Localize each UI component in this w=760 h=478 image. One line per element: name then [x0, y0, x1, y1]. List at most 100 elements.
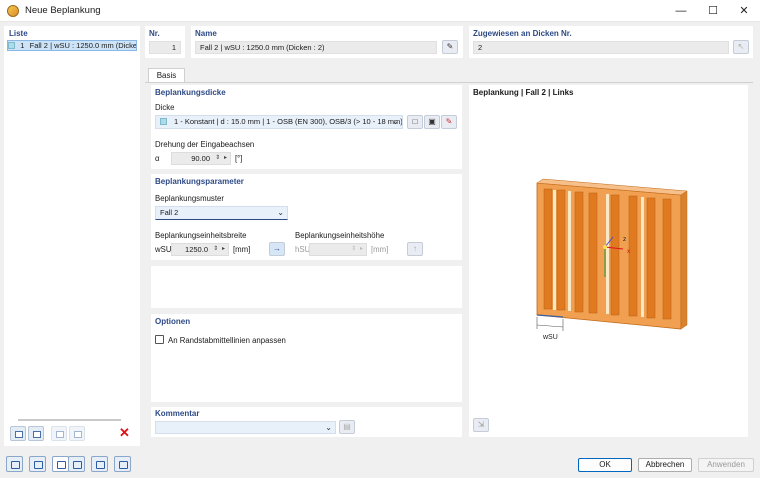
- comment-library-icon[interactable]: ▤: [339, 420, 355, 434]
- formula-icon[interactable]: [114, 456, 131, 472]
- stud: [646, 197, 656, 319]
- cancel-button[interactable]: Abbrechen: [638, 458, 692, 472]
- axis-z-label: z: [623, 236, 627, 243]
- preview-panel: Beplankung | Fall 2 | Links z x wSU ⇲: [469, 85, 748, 437]
- help-icon[interactable]: [91, 456, 108, 472]
- options-header: Optionen: [155, 317, 191, 326]
- edit-name-icon[interactable]: ✎: [442, 40, 458, 54]
- maximize-button[interactable]: ☐: [702, 3, 724, 19]
- panel-joint: [606, 194, 609, 314]
- app-icon: [7, 5, 19, 17]
- new-thickness-icon[interactable]: □: [407, 115, 423, 129]
- nr-panel: Nr. 1: [145, 26, 185, 58]
- stud: [556, 189, 566, 311]
- list-item-label: Fall 2 | wSU : 1250.0 mm (Dicken: [29, 41, 137, 51]
- title-bar: Neue Beplankung — ☐ ✕: [0, 0, 760, 22]
- apply-button[interactable]: Anwenden: [698, 458, 754, 472]
- parameters-icon[interactable]: [68, 456, 85, 472]
- minimize-button[interactable]: —: [670, 3, 692, 19]
- stud: [662, 198, 672, 320]
- width-unit: [mm]: [233, 245, 251, 254]
- preview-title: Beplankung | Fall 2 | Links: [473, 88, 574, 97]
- thickness-header: Beplankungsdicke: [155, 88, 226, 97]
- tab-basis[interactable]: Basis: [148, 68, 185, 82]
- edit-thickness-icon[interactable]: ✎: [441, 115, 457, 129]
- delete-icon[interactable]: ✕: [119, 425, 130, 441]
- ok-button[interactable]: OK: [578, 458, 632, 472]
- close-window-button[interactable]: ✕: [733, 3, 755, 19]
- width-symbol: wSU: [155, 245, 172, 254]
- stud: [628, 195, 638, 317]
- dialog-content: Liste 1 Fall 2 | wSU : 1250.0 mm (Dicken…: [0, 22, 760, 478]
- search-icon[interactable]: [6, 456, 23, 472]
- assigned-field[interactable]: 2: [473, 41, 729, 54]
- width-label: Beplankungseinheitsbreite: [155, 231, 247, 240]
- uncheck-items-icon[interactable]: [69, 426, 85, 441]
- chevron-down-icon: ⌄: [325, 423, 332, 432]
- alpha-unit: [°]: [235, 154, 243, 163]
- spinner-arrows-icon[interactable]: ⇕ ▸: [215, 153, 228, 164]
- list-item-number: 1: [20, 41, 25, 51]
- stud: [574, 191, 584, 313]
- height-unit: [mm]: [371, 245, 389, 254]
- stud: [543, 188, 553, 310]
- thickness-dropdown[interactable]: 1 - Konstant | d : 15.0 mm | 1 - OSB (EN…: [155, 115, 403, 129]
- comment-input[interactable]: ⌄: [155, 421, 336, 434]
- height-symbol: hSU: [295, 245, 311, 254]
- select-thickness-icon[interactable]: ↖: [733, 40, 749, 54]
- chevron-down-icon: ⌄: [277, 208, 284, 217]
- arrow-up-icon[interactable]: ↑: [407, 242, 423, 256]
- adjust-checkbox[interactable]: [155, 335, 164, 344]
- alpha-input[interactable]: 90.00 ⇕ ▸: [171, 152, 231, 165]
- thickness-value: 1 - Konstant | d : 15.0 mm | 1 - OSB (EN…: [174, 117, 403, 126]
- options-section: Optionen An Randstabmittellinien anpasse…: [151, 314, 462, 402]
- color-swatch-icon: [8, 42, 15, 50]
- params-section: Beplankungsparameter Beplankungsmuster F…: [151, 174, 462, 260]
- list-header: Liste: [9, 29, 28, 38]
- thickness-color-icon: [160, 118, 167, 125]
- origin-point: [603, 245, 607, 249]
- list-item[interactable]: 1 Fall 2 | wSU : 1250.0 mm (Dicken: [7, 40, 137, 51]
- copy-item-icon[interactable]: [28, 426, 44, 441]
- check-items-icon[interactable]: [51, 426, 67, 441]
- view-options-icon[interactable]: ⇲: [473, 418, 489, 432]
- empty-panel: [151, 266, 462, 308]
- height-label: Beplankungseinheitshöhe: [295, 231, 385, 240]
- thickness-section: Beplankungsdicke Dicke 1 - Konstant | d …: [151, 85, 462, 169]
- comment-section: Kommentar ⌄ ▤: [151, 407, 462, 437]
- alpha-value: 90.00: [191, 154, 210, 163]
- dimension-label: wSU: [543, 334, 558, 341]
- spinner-arrows-icon[interactable]: ⇕ ▸: [351, 244, 364, 255]
- copy-thickness-icon[interactable]: ▣: [424, 115, 440, 129]
- units-icon[interactable]: [29, 456, 46, 472]
- params-header: Beplankungsparameter: [155, 177, 244, 186]
- assigned-panel: Zugewiesen an Dicken Nr. 2 ↖: [469, 26, 753, 58]
- window-title: Neue Beplankung: [25, 5, 101, 16]
- horizontal-scrollbar[interactable]: [18, 419, 121, 421]
- sheathing-preview-graphic: [536, 178, 688, 331]
- height-input[interactable]: ⇕ ▸: [309, 243, 367, 256]
- color-select-icon[interactable]: [52, 456, 69, 472]
- arrow-right-icon[interactable]: →: [269, 242, 285, 256]
- pattern-label: Beplankungsmuster: [155, 194, 224, 203]
- panel-joint: [568, 191, 571, 311]
- width-input[interactable]: 1250.0 ⇕ ▸: [171, 243, 229, 256]
- dimension-line: [536, 324, 564, 328]
- adjust-checkbox-label: An Randstabmittellinien anpassen: [168, 336, 286, 345]
- name-field[interactable]: Fall 2 | wSU : 1250.0 mm (Dicken : 2): [195, 41, 437, 54]
- alpha-symbol: α: [155, 154, 160, 163]
- panel-joint: [641, 197, 644, 317]
- stud: [610, 194, 620, 316]
- new-item-icon[interactable]: [10, 426, 26, 441]
- comment-header: Kommentar: [155, 409, 200, 418]
- dicke-label: Dicke: [155, 103, 175, 112]
- pattern-dropdown[interactable]: Fall 2 ⌄: [155, 206, 288, 220]
- tab-divider: [145, 82, 753, 83]
- assigned-label: Zugewiesen an Dicken Nr.: [473, 29, 572, 38]
- spinner-arrows-icon[interactable]: ⇕ ▸: [213, 244, 226, 255]
- panel-joint: [553, 190, 556, 310]
- nr-label: Nr.: [149, 29, 160, 38]
- stud: [588, 192, 598, 314]
- name-panel: Name Fall 2 | wSU : 1250.0 mm (Dicken : …: [191, 26, 463, 58]
- nr-field[interactable]: 1: [149, 41, 181, 54]
